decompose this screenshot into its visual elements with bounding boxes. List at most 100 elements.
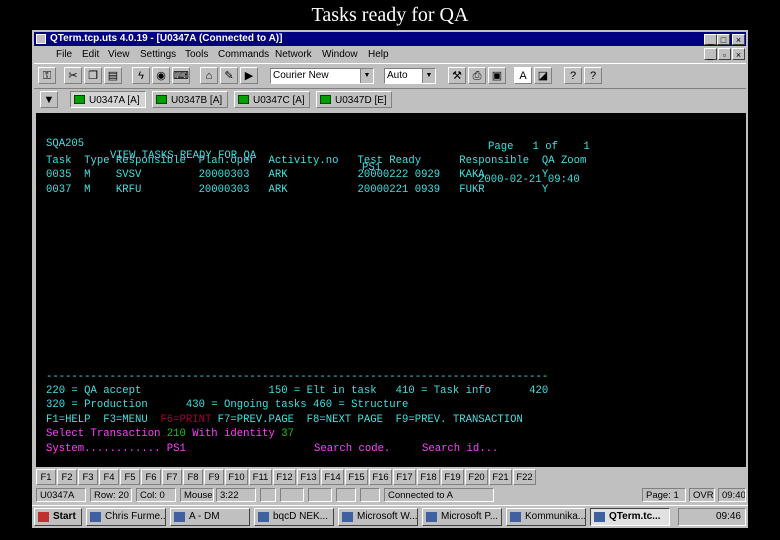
fkey-f15[interactable]: F15 [345,469,368,485]
print-icon[interactable]: ⎙ [468,67,486,84]
slide-title: Tasks ready for QA [311,4,469,26]
menu-tools[interactable]: Tools [185,47,208,62]
context-help-icon[interactable]: ? [584,67,602,84]
minimize-button[interactable]: _ [704,34,717,45]
fkey-f14[interactable]: F14 [321,469,344,485]
status-page: Page: 1 [642,488,686,502]
menu-edit[interactable]: Edit [82,47,99,62]
app-icon [174,512,185,522]
status-bar: U0347A Row: 20 Col: 0 Mouse: 3:22 Connec… [34,488,746,502]
system-field[interactable]: PS1 [167,443,186,455]
menu-file[interactable]: File [56,47,72,62]
save-icon[interactable]: ▣ [488,67,506,84]
menu-help[interactable]: Help [368,47,389,62]
taskbar-item[interactable]: A - DM [170,508,250,526]
status-icon [336,488,356,502]
home-icon[interactable]: ⌂ [200,67,218,84]
fkey-f13[interactable]: F13 [297,469,320,485]
taskbar-item[interactable]: Kommunika... [506,508,586,526]
play-icon[interactable]: ▶ [240,67,258,84]
help-icon[interactable]: ? [564,67,582,84]
macro-icon[interactable]: ϟ [132,67,150,84]
mdi-restore-button[interactable]: ▫ [718,48,731,60]
fkey-f18[interactable]: F18 [417,469,440,485]
session-tab-a[interactable]: U0347A [A] [70,91,146,108]
identity-label: With identity [192,428,275,440]
cut-icon[interactable]: ✂ [64,67,82,84]
taskbar-item-qterm[interactable]: QTerm.tc... [590,508,670,526]
fkey-f10[interactable]: F10 [225,469,248,485]
options-line-2: 320 = Production 430 = Ongoing tasks 460… [46,399,409,411]
fkey-f21[interactable]: F21 [489,469,512,485]
table-row[interactable]: 0035 M SVSV 20000303 ARK 20000222 0929 K… [46,169,548,181]
taskbar-item[interactable]: bqcD NEK... [254,508,334,526]
fkey-f11[interactable]: F11 [249,469,272,485]
fkey-f5[interactable]: F5 [120,469,140,485]
fkey-f9[interactable]: F9 [204,469,224,485]
status-icon [260,488,276,502]
menu-network[interactable]: Network [275,47,312,62]
fkey-f12[interactable]: F12 [273,469,296,485]
maximize-button[interactable]: □ [717,34,730,45]
menu-window[interactable]: Window [322,47,358,62]
search-code-field[interactable]: Search code. [314,443,390,455]
session-tab-c[interactable]: U0347C [A] [234,91,310,108]
record-icon[interactable]: ◉ [152,67,170,84]
font-select[interactable]: Courier New ▼ [270,68,374,84]
edit-icon[interactable]: ✎ [220,67,238,84]
window-title: QTerm.tcp.uts 4.0.19 - [U0347A (Connecte… [50,33,283,44]
menu-commands[interactable]: Commands [218,47,269,62]
select-line: Select Transaction 210 With identity 37 [46,428,294,440]
font-a-icon[interactable]: A [514,67,532,84]
session-dropdown-icon[interactable]: ▼ [40,91,58,108]
fkey-f1[interactable]: F1 [36,469,56,485]
close-button[interactable]: × [732,34,745,45]
settings-icon[interactable]: ⚒ [448,67,466,84]
fkey-f17[interactable]: F17 [393,469,416,485]
fkey-f3[interactable]: F3 [78,469,98,485]
title-bar[interactable]: QTerm.tcp.uts 4.0.19 - [U0347A (Connecte… [34,32,746,46]
session-tab-b[interactable]: U0347B [A] [152,91,228,108]
graphic-icon[interactable]: ◪ [534,67,552,84]
table-row[interactable]: 0037 M KRFU 20000303 ARK 20000221 0939 F… [46,184,548,196]
search-id-field[interactable]: Search id... [422,443,498,455]
start-button[interactable]: Start [34,508,82,526]
fkey-f6[interactable]: F6 [141,469,161,485]
paste-icon[interactable]: ▤ [104,67,122,84]
menu-bar: File Edit View Settings Tools Commands N… [34,47,746,62]
app-icon [510,512,521,522]
taskbar-item[interactable]: Microsoft W... [338,508,418,526]
terminal-screen[interactable]: SQA205 VIEW TASKS READY FOR QA PS1 2000-… [36,113,746,467]
app-icon[interactable] [36,34,46,44]
chevron-down-icon[interactable]: ▼ [422,69,435,83]
menu-view[interactable]: View [108,47,130,62]
fkey-f22[interactable]: F22 [513,469,536,485]
status-mouse-pos: 3:22 [216,488,256,502]
chevron-down-icon[interactable]: ▼ [360,69,373,83]
mdi-minimize-button[interactable]: _ [704,48,717,60]
fkey-f19[interactable]: F19 [441,469,464,485]
screen-id: SQA205 [46,138,85,150]
transaction-field[interactable]: 210 [167,428,186,440]
menu-settings[interactable]: Settings [140,47,176,62]
fkey-f7[interactable]: F7 [162,469,182,485]
fkey-f8[interactable]: F8 [183,469,203,485]
session-tab-d[interactable]: U0347D [E] [316,91,392,108]
connect-icon[interactable]: ⚿ [38,67,56,84]
app-icon [90,512,101,522]
table-header: Task Type Responsible Plan.oper Activity… [46,155,587,167]
separator: ----------------------------------------… [46,371,549,383]
fkey-f2[interactable]: F2 [57,469,77,485]
options-line-1: 220 = QA accept 150 = Elt in task 410 = … [46,385,549,397]
copy-icon[interactable]: ❐ [84,67,102,84]
size-select[interactable]: Auto ▼ [384,68,436,84]
taskbar-item[interactable]: Chris Furme... [86,508,166,526]
mdi-close-button[interactable]: × [732,48,745,60]
fkey-f20[interactable]: F20 [465,469,488,485]
keyboard-icon[interactable]: ⌨ [172,67,190,84]
fkey-f4[interactable]: F4 [99,469,119,485]
identity-field[interactable]: 37 [281,428,294,440]
status-icon [280,488,304,502]
fkey-f16[interactable]: F16 [369,469,392,485]
taskbar-item[interactable]: Microsoft P... [422,508,502,526]
